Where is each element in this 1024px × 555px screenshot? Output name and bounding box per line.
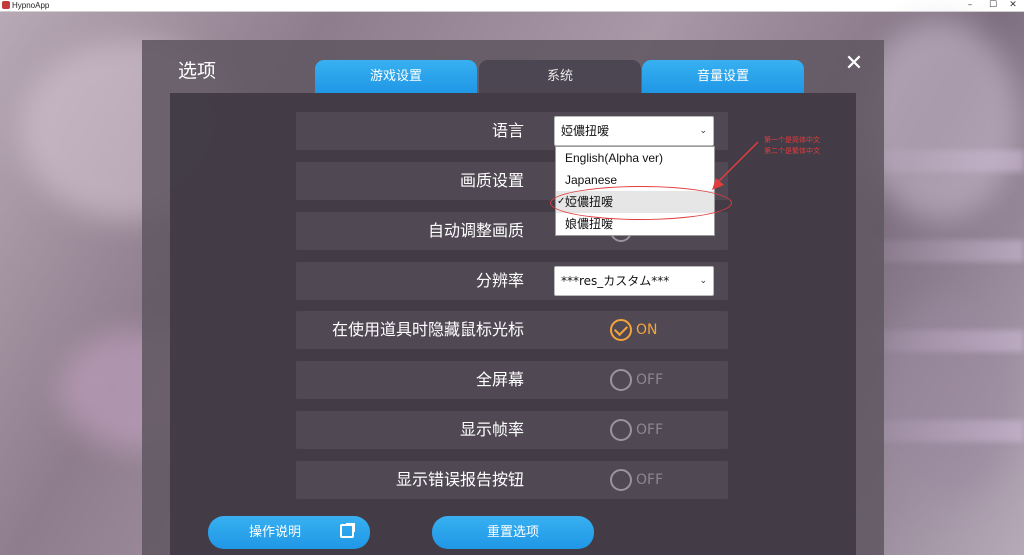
radio-circle-icon bbox=[610, 369, 632, 391]
window-close-button[interactable]: ✕ bbox=[1002, 0, 1024, 11]
error-report-state: OFF bbox=[636, 472, 664, 488]
setting-row-resolution: 分辨率 ***res_カスタム*** ⌄ bbox=[296, 262, 728, 300]
language-select[interactable]: 婭儂扭嗳 ⌄ bbox=[554, 116, 714, 146]
hide-cursor-state: ON bbox=[636, 322, 658, 338]
resolution-label: 分辨率 bbox=[475, 271, 524, 290]
annotation-line-1: 第一个是简体中文 bbox=[764, 136, 820, 144]
fullscreen-label: 全屏幕 bbox=[475, 370, 524, 389]
tab-system[interactable]: 系统 bbox=[479, 60, 641, 93]
radio-circle-icon bbox=[610, 469, 632, 491]
window-titlebar: HypnoApp – ☐ ✕ bbox=[0, 0, 1024, 12]
options-dialog: 选项 ✕ 游戏设置 系统 音量设置 语言 婭儂扭嗳 ⌄ 画质设置 自动调整画质 … bbox=[142, 40, 884, 555]
manual-button[interactable]: 操作说明 bbox=[208, 516, 370, 549]
quality-label: 画质设置 bbox=[459, 171, 524, 190]
setting-row-language: 语言 婭儂扭嗳 ⌄ bbox=[296, 112, 728, 150]
tab-volume-settings[interactable]: 音量设置 bbox=[642, 60, 804, 93]
dialog-title: 选项 bbox=[178, 60, 217, 82]
close-icon[interactable]: ✕ bbox=[842, 52, 866, 76]
hide-cursor-label: 在使用道具时隐藏鼠标光标 bbox=[331, 320, 524, 339]
error-report-label: 显示错误报告按钮 bbox=[395, 470, 524, 489]
background-art bbox=[860, 20, 1020, 220]
setting-row-hide-cursor: 在使用道具时隐藏鼠标光标 ON bbox=[296, 311, 728, 349]
setting-row-fullscreen: 全屏幕 OFF bbox=[296, 361, 728, 399]
check-circle-icon bbox=[610, 319, 632, 341]
chevron-down-icon: ⌄ bbox=[699, 276, 707, 286]
maximize-button[interactable]: ☐ bbox=[982, 0, 1004, 11]
auto-quality-label: 自动调整画质 bbox=[427, 221, 524, 240]
app-icon bbox=[2, 1, 10, 9]
window-title: HypnoApp bbox=[12, 1, 50, 10]
reset-options-button[interactable]: 重置选项 bbox=[432, 516, 594, 549]
annotation-line-2: 第二个是繁体中文 bbox=[764, 147, 820, 155]
resolution-select[interactable]: ***res_カスタム*** ⌄ bbox=[554, 266, 714, 296]
radio-circle-icon bbox=[610, 419, 632, 441]
manual-button-label: 操作说明 bbox=[248, 525, 301, 540]
show-fps-label: 显示帧率 bbox=[459, 420, 524, 439]
language-select-value: 婭儂扭嗳 bbox=[561, 124, 610, 138]
external-link-icon bbox=[340, 523, 355, 538]
dropdown-option-english[interactable]: English(Alpha ver) bbox=[556, 147, 714, 169]
fullscreen-state: OFF bbox=[636, 372, 664, 388]
setting-row-error-report: 显示错误报告按钮 OFF bbox=[296, 461, 728, 499]
setting-row-show-fps: 显示帧率 OFF bbox=[296, 411, 728, 449]
annotation-note: 第一个是简体中文 第二个是繁体中文 bbox=[764, 135, 820, 157]
minimize-button[interactable]: – bbox=[959, 0, 981, 11]
language-label: 语言 bbox=[491, 121, 524, 140]
show-fps-state: OFF bbox=[636, 422, 664, 438]
tab-game-settings[interactable]: 游戏设置 bbox=[315, 60, 477, 93]
resolution-select-value: ***res_カスタム*** bbox=[561, 274, 670, 288]
annotation-arrow-icon bbox=[712, 141, 759, 190]
